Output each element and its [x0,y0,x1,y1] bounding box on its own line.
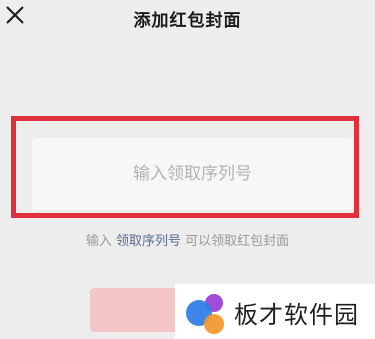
hint-text: 输入 领取序列号 可以领取红包封面 [0,230,375,249]
hint-suffix: 可以领取红包封面 [181,234,290,249]
serial-code-input[interactable] [32,138,353,210]
nav-bar: 添加红包封面 [0,0,375,40]
serial-number-link[interactable]: 领取序列号 [116,234,181,249]
watermark: 板才软件园 [175,284,375,339]
watermark-text: 板才软件园 [234,301,359,329]
watermark-logo [186,294,224,334]
page-title: 添加红包封面 [133,11,242,31]
hint-prefix: 输入 [85,234,116,249]
